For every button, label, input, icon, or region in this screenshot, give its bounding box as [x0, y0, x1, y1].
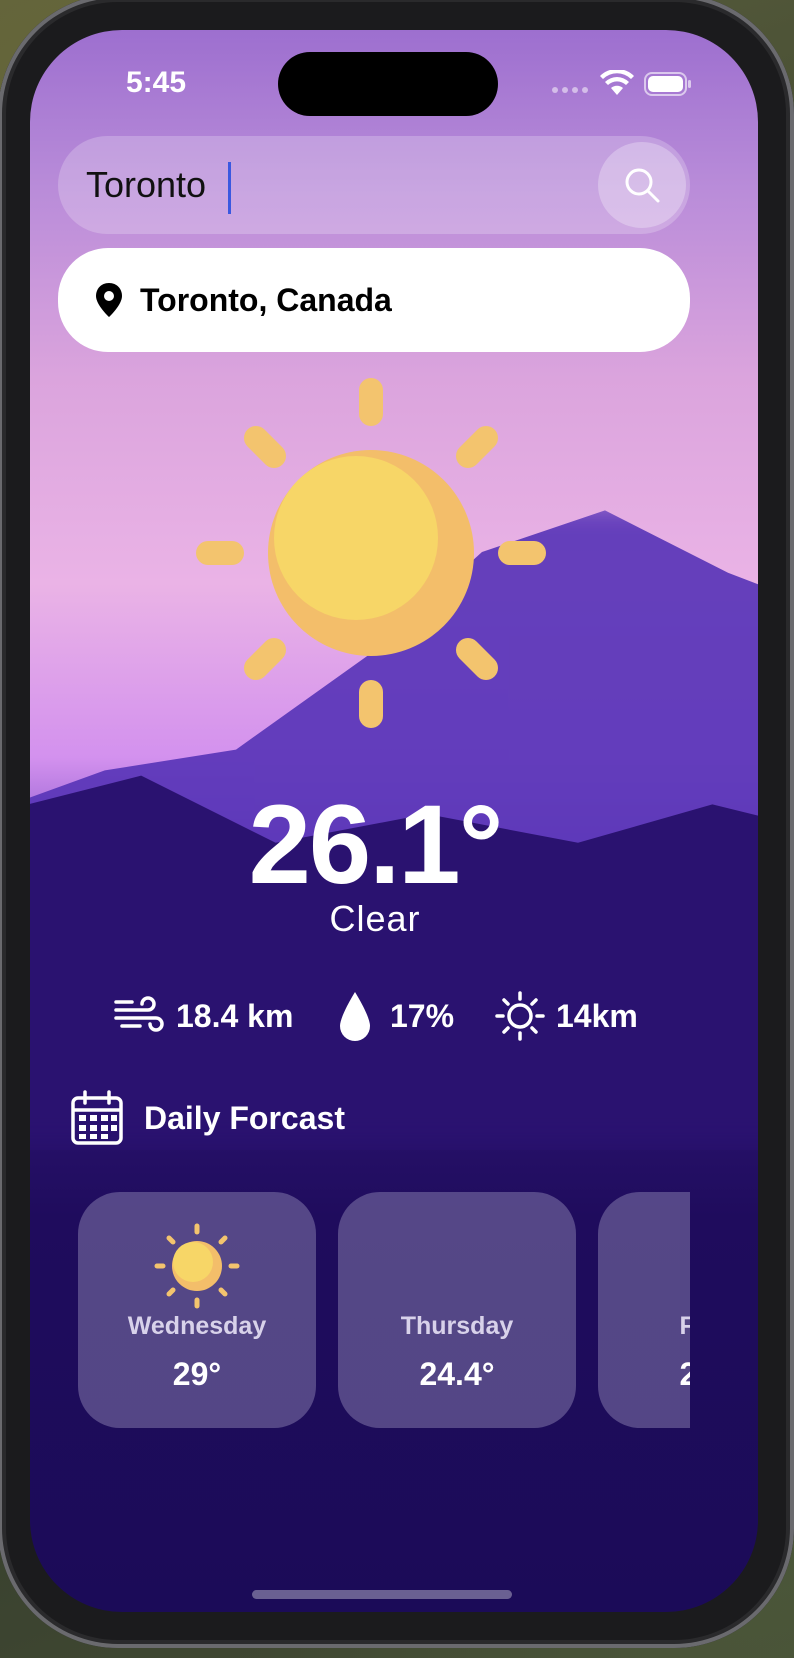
- status-bar: 5:45: [30, 30, 758, 130]
- forecast-day-temp: 24.4°: [419, 1356, 495, 1392]
- current-condition: Clear: [329, 898, 421, 939]
- forecast-card[interactable]: Wednesday 29°: [78, 1192, 316, 1428]
- daily-forecast-header: Daily Forcast: [70, 1090, 345, 1146]
- weather-stats: 18.4 km 17% 14km: [30, 986, 758, 1046]
- forecast-day-name: Friday: [679, 1312, 690, 1340]
- humidity-value: 17%: [390, 997, 455, 1034]
- search-input[interactable]: [86, 136, 566, 234]
- location-label: Toronto, Canada: [140, 281, 392, 318]
- status-time: 5:45: [126, 66, 187, 99]
- location-suggestion[interactable]: Toronto, Canada: [58, 248, 690, 352]
- wifi-icon: [600, 70, 634, 95]
- sun-icon: [196, 378, 546, 728]
- home-indicator[interactable]: [252, 1590, 512, 1599]
- forecast-card[interactable]: Thursday 24.4°: [338, 1192, 576, 1428]
- visibility-value: 14km: [556, 997, 638, 1034]
- humidity-stat: 17%: [338, 986, 454, 1046]
- forecast-day-temp: 25.8°: [679, 1356, 690, 1392]
- forecast-day-name: Wednesday: [127, 1312, 267, 1340]
- calendar-icon: [71, 1090, 123, 1145]
- forecast-day-name: Thursday: [400, 1312, 514, 1340]
- wind-stat: 18.4 km: [114, 986, 293, 1046]
- current-temperature: 26.1°: [248, 782, 504, 907]
- forecast-day-temp: 29°: [172, 1356, 222, 1392]
- sun-outline-icon: [495, 991, 545, 1041]
- battery-icon: [644, 72, 691, 96]
- location-pin-icon: [96, 283, 122, 317]
- search-button[interactable]: [598, 142, 686, 228]
- wind-value: 18.4 km: [176, 997, 294, 1034]
- app-screen: 5:45 Toronto, Canada: [30, 30, 758, 1612]
- visibility-stat: 14km: [494, 986, 638, 1046]
- signal-icon: [552, 87, 588, 93]
- forecast-card[interactable]: Friday 25.8°: [598, 1192, 690, 1428]
- text-caret: [228, 162, 231, 214]
- search-bar: [58, 136, 690, 234]
- daily-forecast-title: Daily Forcast: [144, 1099, 345, 1136]
- forecast-strip[interactable]: Wednesday 29° Thursday 24.4° Friday 25.8…: [78, 1192, 690, 1428]
- dynamic-island: [278, 52, 498, 116]
- raindrop-icon: [340, 992, 370, 1041]
- wind-icon: [114, 996, 164, 1032]
- search-icon: [625, 168, 660, 203]
- sun-icon: [154, 1223, 240, 1309]
